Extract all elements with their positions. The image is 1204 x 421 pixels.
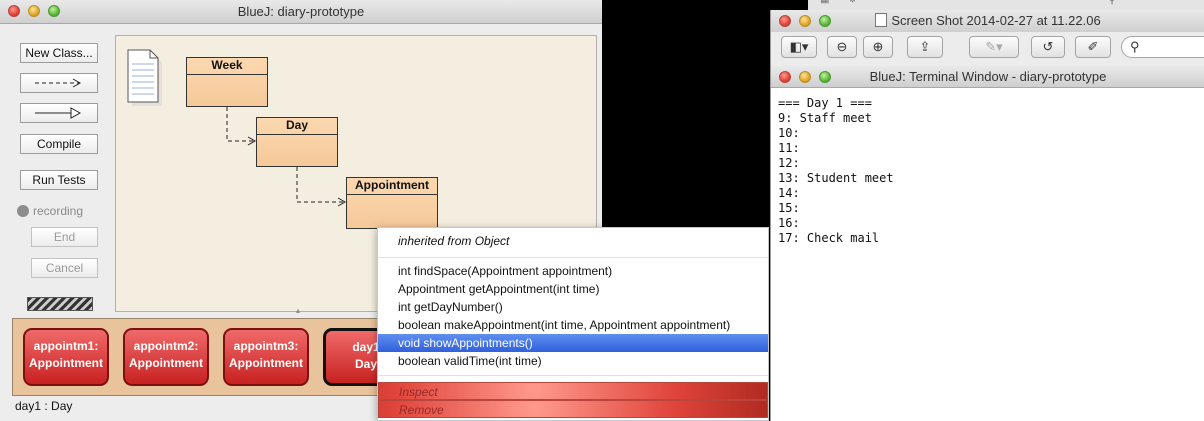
annotate-menu-icon[interactable]: ✎▾ [969, 36, 1019, 58]
gear-icon: ⚙ [848, 0, 857, 5]
object-type: Appointment [229, 356, 303, 370]
class-day[interactable]: Day [256, 117, 338, 167]
bluej-titlebar: BlueJ: diary-prototype [0, 0, 602, 24]
preview-title: Screen Shot 2014-02-27 at 11.22.06 [891, 13, 1101, 28]
terminal-line: 9: Staff meet [778, 111, 872, 125]
inheritance-arrow-icon [35, 107, 82, 119]
class-appointment-name: Appointment [347, 178, 437, 195]
zoom-out-icon[interactable]: ⊖ [827, 36, 857, 58]
recording-label: recording [33, 204, 84, 218]
dashed-arrow-icon [35, 78, 82, 88]
menu-item-showappointments[interactable]: void showAppointments() [378, 334, 768, 352]
object-appointm2[interactable]: appointm2: Appointment [123, 328, 209, 386]
resize-handle-icon[interactable]: ▴ [296, 306, 306, 315]
menu-item-makeappointment[interactable]: boolean makeAppointment(int time, Appoin… [378, 316, 768, 334]
terminal-line: 10: [778, 126, 800, 140]
object-type: Appointment [129, 356, 203, 370]
edit-markup-icon[interactable]: ✐ [1075, 36, 1111, 58]
menu-item-findspace[interactable]: int findSpace(Appointment appointment) [378, 262, 768, 280]
recording-indicator-icon [17, 205, 29, 217]
preview-titlebar: Screen Shot 2014-02-27 at 11.22.06 [771, 10, 1204, 32]
share-icon[interactable]: ⇪ [907, 36, 943, 58]
inheritance-arrow-button[interactable] [20, 103, 98, 123]
terminal-line: 14: [778, 186, 800, 200]
zoom-window-button[interactable] [819, 15, 831, 27]
dependency-arrow-button[interactable] [20, 73, 98, 93]
terminal-title: BlueJ: Terminal Window - diary-prototype [869, 69, 1107, 84]
terminal-line: 16: [778, 216, 800, 230]
terminal-line: 13: Student meet [778, 171, 894, 185]
terminal-line: 12: [778, 156, 800, 170]
object-name: appointm3: [233, 339, 299, 353]
terminal-line: === Day 1 === [778, 96, 872, 110]
terminal-titlebar: BlueJ: Terminal Window - diary-prototype [771, 66, 1204, 88]
zoom-window-button[interactable] [48, 5, 60, 17]
terminal-line: 17: Check mail [778, 231, 880, 245]
cancel-button[interactable]: Cancel [31, 258, 98, 278]
view-menu-button[interactable]: ◧▾ [781, 36, 817, 58]
object-context-menu: inherited from Object int findSpace(Appo… [377, 227, 769, 421]
class-week[interactable]: Week [186, 57, 268, 107]
zoom-window-button[interactable] [819, 71, 831, 83]
minimize-window-button[interactable] [799, 15, 811, 27]
background-toolbar: ▦ ⚙ ⚲ [808, 0, 1204, 10]
preview-window: Screen Shot 2014-02-27 at 11.22.06 ◧▾ ⊖ … [770, 10, 1204, 66]
rotate-icon[interactable]: ↺ [1031, 36, 1065, 58]
window-title: BlueJ: diary-prototype [237, 4, 365, 19]
object-appointm1[interactable]: appointm1: Appointment [23, 328, 109, 386]
menu-item-getappointment[interactable]: Appointment getAppointment(int time) [378, 280, 768, 298]
menu-item-validtime[interactable]: boolean validTime(int time) [378, 352, 768, 370]
object-appointm3[interactable]: appointm3: Appointment [223, 328, 309, 386]
minimize-window-button[interactable] [28, 5, 40, 17]
class-appointment[interactable]: Appointment [346, 177, 438, 229]
menu-item-inspect[interactable]: Inspect [378, 382, 768, 400]
grid-icon: ▦ [820, 0, 829, 5]
compile-button[interactable]: Compile [20, 134, 98, 154]
menu-inherited-from-object[interactable]: inherited from Object [378, 232, 768, 250]
menu-separator [378, 257, 768, 258]
search-icon: ⚲ [1108, 0, 1117, 6]
terminal-window: BlueJ: Terminal Window - diary-prototype… [770, 66, 1204, 421]
menu-item-remove[interactable]: Remove [378, 400, 768, 418]
menu-separator [378, 375, 768, 376]
search-field[interactable]: ⚲ [1121, 36, 1204, 58]
close-window-button[interactable] [779, 71, 791, 83]
close-window-button[interactable] [779, 15, 791, 27]
close-window-button[interactable] [8, 5, 20, 17]
object-type: Appointment [29, 356, 103, 370]
status-bar-text: day1 : Day [15, 399, 73, 413]
new-class-button[interactable]: New Class... [20, 43, 98, 63]
menu-item-getdaynumber[interactable]: int getDayNumber() [378, 298, 768, 316]
document-icon [875, 13, 888, 27]
object-name: appointm2: [133, 339, 199, 353]
terminal-line: 11: [778, 141, 800, 155]
minimize-window-button[interactable] [799, 71, 811, 83]
class-day-name: Day [257, 118, 337, 135]
object-name: appointm1: [33, 339, 99, 353]
terminal-line: 15: [778, 201, 800, 215]
zoom-in-icon[interactable]: ⊕ [863, 36, 893, 58]
run-tests-button[interactable]: Run Tests [20, 170, 98, 190]
progress-barber-pole [27, 297, 93, 311]
class-week-name: Week [187, 58, 267, 75]
end-button[interactable]: End [31, 227, 98, 247]
